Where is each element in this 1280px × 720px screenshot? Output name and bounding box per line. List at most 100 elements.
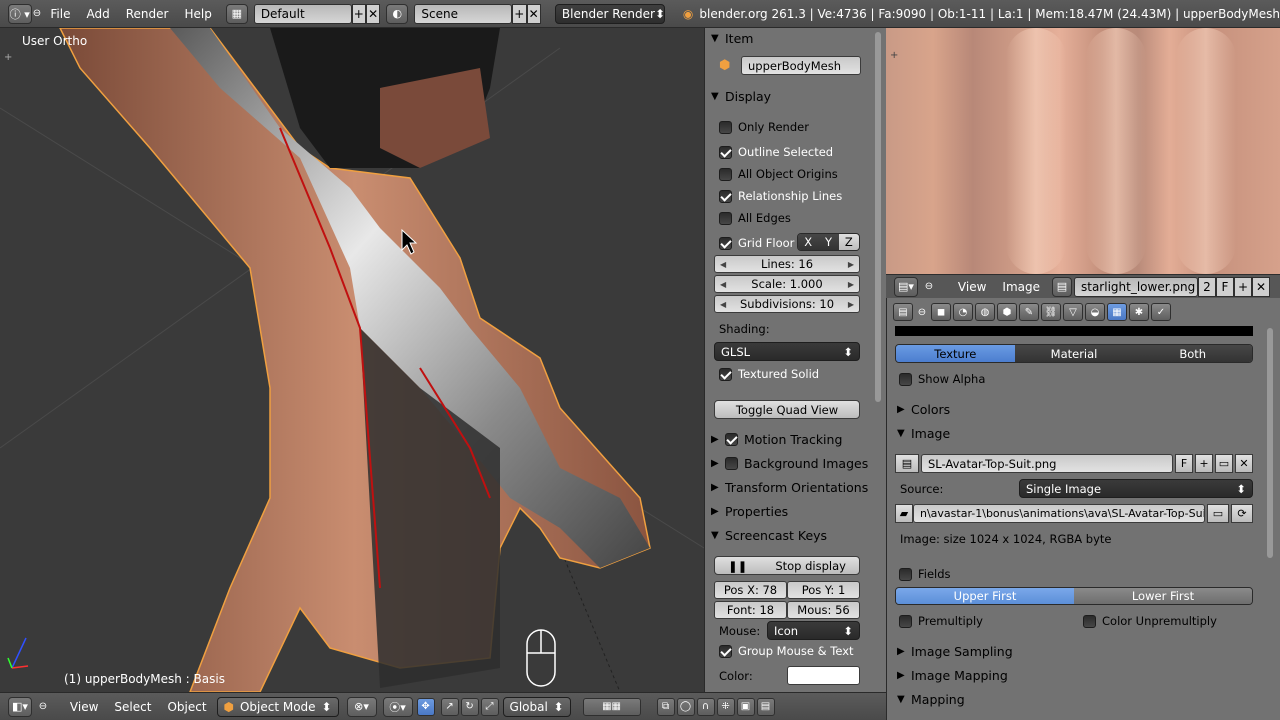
image-mapping-section-header[interactable]: ▶ Image Mapping bbox=[897, 665, 1008, 685]
collapse-menu-icon[interactable]: ⊖ bbox=[32, 701, 54, 712]
display-section-header[interactable]: ▼ Display bbox=[711, 86, 871, 106]
background-images-section-header[interactable]: ▶ Background Images bbox=[711, 453, 886, 473]
pos-x-field[interactable]: Pos X: 78 bbox=[714, 581, 787, 599]
mouse-size-field[interactable]: Mous: 56 bbox=[787, 601, 860, 619]
arrow-right-icon[interactable]: ▶ bbox=[848, 300, 854, 309]
translate-manipulator-icon[interactable]: ↗ bbox=[440, 697, 459, 716]
fake-user-toggle[interactable]: F bbox=[1175, 454, 1193, 473]
collapse-menu-icon[interactable]: ⊖ bbox=[32, 8, 43, 19]
menu-object[interactable]: Object bbox=[159, 700, 214, 714]
texture-image-name-field[interactable]: SL-Avatar-Top-Suit.png bbox=[921, 454, 1173, 473]
axis-x-toggle[interactable]: X bbox=[798, 234, 819, 250]
unlink-image-icon[interactable]: ✕ bbox=[1235, 454, 1253, 473]
snap-element-icon[interactable]: ⁜ bbox=[716, 697, 735, 716]
all-edges-checkbox[interactable]: All Edges bbox=[719, 211, 791, 225]
transform-orientation-select[interactable]: Global ⬍ bbox=[502, 696, 571, 717]
menu-render[interactable]: Render bbox=[118, 7, 177, 21]
motion-tracking-section-header[interactable]: ▶ Motion Tracking bbox=[711, 429, 871, 449]
viewport-shading-icon[interactable]: ⊗▾ bbox=[346, 696, 377, 717]
render-opengl-icon[interactable]: ▣ bbox=[736, 697, 755, 716]
scale-manipulator-icon[interactable]: ⤢ bbox=[480, 697, 499, 716]
arrow-right-icon[interactable]: ▶ bbox=[848, 260, 854, 269]
relationship-lines-checkbox[interactable]: Relationship Lines bbox=[719, 189, 842, 203]
new-image-icon[interactable]: + bbox=[1195, 454, 1213, 473]
fields-checkbox[interactable]: Fields bbox=[899, 567, 951, 581]
font-size-field[interactable]: Font: 18 bbox=[714, 601, 787, 619]
menu-select[interactable]: Select bbox=[106, 700, 159, 714]
arrow-left-icon[interactable]: ◀ bbox=[720, 300, 726, 309]
collapse-menu-icon[interactable]: ⊖ bbox=[915, 307, 929, 318]
arrow-left-icon[interactable]: ◀ bbox=[720, 260, 726, 269]
arrow-left-icon[interactable]: ◀ bbox=[720, 280, 726, 289]
image-browse-icon[interactable]: ▤ bbox=[895, 454, 919, 473]
texture-tab[interactable]: Texture bbox=[896, 345, 1015, 362]
group-mouse-text-checkbox[interactable]: Group Mouse & Text bbox=[719, 644, 854, 658]
both-tab[interactable]: Both bbox=[1133, 345, 1252, 362]
item-section-header[interactable]: ▼ Item bbox=[711, 28, 871, 48]
scene-icon[interactable]: ◐ bbox=[386, 3, 409, 24]
textured-solid-checkbox[interactable]: Textured Solid bbox=[719, 367, 819, 381]
constraint-tab-icon[interactable]: ⛓ bbox=[1041, 303, 1061, 321]
grid-scale-field[interactable]: ◀ Scale: 1.000 ▶ bbox=[714, 275, 860, 293]
axis-z-toggle[interactable]: Z bbox=[838, 234, 859, 250]
grid-floor-checkbox[interactable]: Grid Floor bbox=[719, 236, 794, 250]
layers-grid-icon[interactable]: ▦▦ bbox=[582, 697, 641, 716]
scene-field[interactable]: Scene bbox=[414, 3, 513, 24]
add-scene-icon[interactable]: + bbox=[512, 3, 527, 24]
material-tab-icon[interactable]: ◒ bbox=[1085, 303, 1105, 321]
upper-first-tab[interactable]: Upper First bbox=[896, 588, 1074, 604]
proportional-edit-icon[interactable]: ◯ bbox=[676, 697, 695, 716]
mouse-display-select[interactable]: Icon ⬍ bbox=[767, 621, 860, 640]
region-expand-icon[interactable]: + bbox=[890, 50, 898, 61]
menu-help[interactable]: Help bbox=[176, 7, 219, 21]
material-tab[interactable]: Material bbox=[1014, 345, 1134, 362]
image-editor-canvas[interactable]: + bbox=[886, 28, 1280, 274]
only-render-checkbox[interactable]: Only Render bbox=[719, 120, 809, 134]
image-source-select[interactable]: Single Image ⬍ bbox=[1019, 479, 1253, 498]
file-browser-icon[interactable]: ▰ bbox=[895, 504, 913, 523]
menu-image[interactable]: Image bbox=[994, 280, 1048, 294]
image-filepath-field[interactable]: n\avastar-1\bonus\animations\ava\SL-Avat… bbox=[913, 504, 1205, 523]
arrow-right-icon[interactable]: ▶ bbox=[848, 280, 854, 289]
collapse-menu-icon[interactable]: ⊖ bbox=[918, 281, 940, 292]
colors-section-header[interactable]: ▶ Colors bbox=[897, 399, 950, 419]
delete-scene-icon[interactable]: ✕ bbox=[526, 3, 541, 24]
pos-y-field[interactable]: Pos Y: 1 bbox=[787, 581, 860, 599]
all-object-origins-checkbox[interactable]: All Object Origins bbox=[719, 167, 838, 181]
object-name-field[interactable]: upperBodyMesh bbox=[741, 56, 861, 75]
image-browse-icon[interactable]: ▤ bbox=[1052, 276, 1072, 297]
grid-subdivisions-field[interactable]: ◀ Subdivisions: 10 ▶ bbox=[714, 295, 860, 313]
lock-camera-icon[interactable]: ⧉ bbox=[656, 697, 675, 716]
unlink-image-icon[interactable]: ✕ bbox=[1252, 276, 1270, 297]
image-name-field[interactable]: starlight_lower.png bbox=[1074, 276, 1198, 297]
color-unpremultiply-checkbox[interactable]: Color Unpremultiply bbox=[1083, 614, 1217, 628]
fake-user-toggle[interactable]: F bbox=[1216, 276, 1234, 297]
rotate-manipulator-icon[interactable]: ↻ bbox=[460, 697, 479, 716]
toggle-quad-view-button[interactable]: Toggle Quad View bbox=[714, 400, 860, 419]
screencast-keys-section-header[interactable]: ▼ Screencast Keys bbox=[711, 525, 871, 545]
reload-icon[interactable]: ⟳ bbox=[1231, 504, 1253, 523]
scene-tab-icon[interactable]: ◔ bbox=[953, 303, 973, 321]
interaction-mode-select[interactable]: ⬢ Object Mode ⬍ bbox=[216, 696, 339, 717]
viewport-editor-type-button[interactable]: ◧▾ bbox=[8, 696, 32, 717]
mapping-section-header[interactable]: ▼ Mapping bbox=[897, 689, 965, 709]
image-editor-type-button[interactable]: ▤▾ bbox=[894, 276, 918, 297]
transform-orientations-section-header[interactable]: ▶ Transform Orientations bbox=[711, 477, 886, 497]
menu-add[interactable]: Add bbox=[78, 7, 117, 21]
menu-view[interactable]: View bbox=[950, 280, 994, 294]
outline-selected-checkbox[interactable]: Outline Selected bbox=[719, 145, 833, 159]
world-tab-icon[interactable]: ◍ bbox=[975, 303, 995, 321]
checkbox-checked-icon[interactable] bbox=[725, 432, 738, 446]
screen-layout-field[interactable]: Default bbox=[253, 3, 352, 24]
region-expand-icon[interactable]: + bbox=[4, 52, 12, 63]
image-sampling-section-header[interactable]: ▶ Image Sampling bbox=[897, 641, 1013, 661]
panel-scrollbar[interactable] bbox=[1267, 328, 1273, 558]
data-tab-icon[interactable]: ▽ bbox=[1063, 303, 1083, 321]
particles-tab-icon[interactable]: ✱ bbox=[1129, 303, 1149, 321]
open-folder-icon[interactable]: ▭ bbox=[1207, 504, 1229, 523]
axis-y-toggle[interactable]: Y bbox=[818, 234, 839, 250]
color-swatch[interactable] bbox=[787, 666, 860, 685]
manipulator-toggle-icon[interactable]: ✥ bbox=[416, 697, 435, 716]
premultiply-checkbox[interactable]: Premultiply bbox=[899, 614, 983, 628]
show-alpha-checkbox[interactable]: Show Alpha bbox=[899, 372, 985, 386]
